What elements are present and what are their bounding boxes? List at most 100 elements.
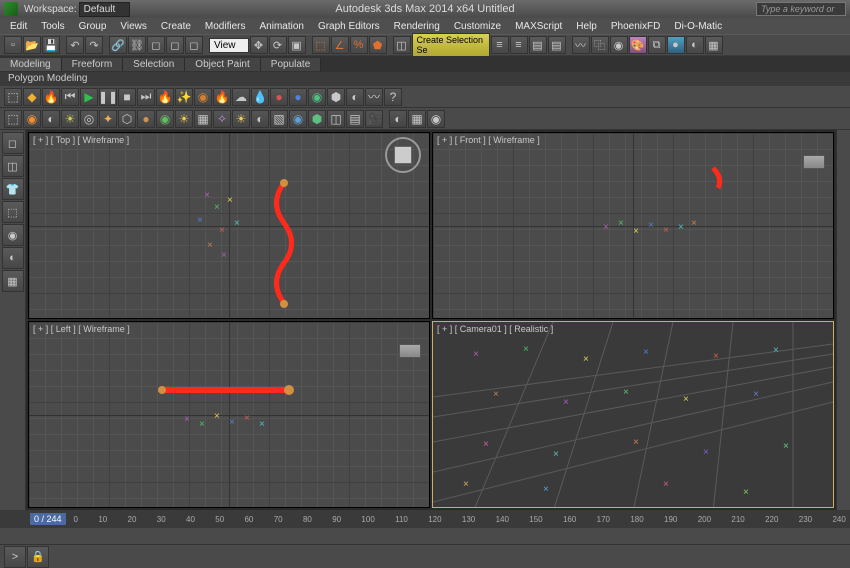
ribbon-tab-freeform[interactable]: Freeform (62, 58, 124, 71)
viewcube-mini[interactable] (399, 344, 421, 358)
percent-snap-icon[interactable]: % (350, 36, 368, 54)
dock-btn[interactable]: ◻ (2, 132, 24, 154)
fx-btn[interactable]: ⬚ (4, 110, 22, 128)
link-icon[interactable]: 🔗 (109, 36, 127, 54)
fx-btn[interactable]: ◫ (327, 110, 345, 128)
fx-fire-icon[interactable]: 🔥 (156, 88, 174, 106)
viewcube-mini[interactable] (803, 155, 825, 169)
fx-btn[interactable]: ● (289, 88, 307, 106)
menu-group[interactable]: Group (73, 20, 113, 33)
rotate-icon[interactable]: ⟳ (269, 36, 287, 54)
fx-btn[interactable]: ▦ (408, 110, 426, 128)
menu-animation[interactable]: Animation (253, 20, 309, 33)
ribbon-tab-object-paint[interactable]: Object Paint (185, 58, 260, 71)
lock-selection-icon[interactable]: 🔒 (27, 546, 49, 568)
fx-btn[interactable]: 🎥 (365, 110, 383, 128)
fx-btn[interactable]: ⬡ (118, 110, 136, 128)
dock-btn[interactable]: ⬚ (2, 201, 24, 223)
viewport-label[interactable]: [ + ] [ Left ] [ Wireframe ] (33, 324, 130, 334)
fx-btn[interactable]: ● (270, 88, 288, 106)
time-current[interactable]: 0 / 244 (30, 513, 66, 525)
maxscript-listener-icon[interactable]: > (4, 546, 26, 568)
fx-btn[interactable]: ◉ (427, 110, 445, 128)
fx-pause-icon[interactable]: ❚❚ (99, 88, 117, 106)
fx-btn[interactable]: ◉ (194, 88, 212, 106)
dock-cloth-icon[interactable]: 👕 (2, 178, 24, 200)
menu-maxscript[interactable]: MAXScript (509, 20, 568, 33)
menu-create[interactable]: Create (155, 20, 197, 33)
fx-btn[interactable]: ◆ (23, 88, 41, 106)
menu-tools[interactable]: Tools (35, 20, 70, 33)
move-icon[interactable]: ✥ (250, 36, 268, 54)
spline-object[interactable] (157, 380, 297, 400)
coord-system-selector[interactable]: View (209, 38, 249, 53)
new-icon[interactable]: ▫ (4, 36, 22, 54)
fx-btn[interactable]: ✧ (213, 110, 231, 128)
select-icon[interactable]: ◻ (185, 36, 203, 54)
menu-help[interactable]: Help (570, 20, 603, 33)
schematic-view-icon[interactable]: ⿻ (591, 36, 609, 54)
menu-rendering[interactable]: Rendering (388, 20, 446, 33)
viewport-label[interactable]: [ + ] [ Top ] [ Wireframe ] (33, 135, 129, 145)
fx-btn[interactable]: ◐ (346, 88, 364, 106)
viewport-label[interactable]: [ + ] [ Front ] [ Wireframe ] (437, 135, 540, 145)
spinner-snap-icon[interactable]: ⬟ (369, 36, 387, 54)
fx-btn[interactable]: ◉ (308, 88, 326, 106)
fx-smoke-icon[interactable]: ☁ (232, 88, 250, 106)
unlink-icon[interactable]: ⛓ (128, 36, 146, 54)
snap-icon[interactable]: ⬚ (312, 36, 330, 54)
menu-diomatic[interactable]: Di-O-Matic (668, 20, 728, 33)
spline-object[interactable] (259, 178, 319, 308)
fx-btn[interactable]: ◉ (156, 110, 174, 128)
open-icon[interactable]: 📂 (23, 36, 41, 54)
fx-stop-icon[interactable]: ■ (118, 88, 136, 106)
fx-fire-icon[interactable]: 🔥 (213, 88, 231, 106)
select-icon[interactable]: ◻ (166, 36, 184, 54)
dock-btn[interactable]: ◉ (2, 224, 24, 246)
fx-btn[interactable]: ◐ (42, 110, 60, 128)
redo-icon[interactable]: ↷ (85, 36, 103, 54)
viewport-top[interactable]: [ + ] [ Top ] [ Wireframe ] ×××××××× (28, 132, 430, 319)
undo-icon[interactable]: ↶ (66, 36, 84, 54)
fx-play-icon[interactable]: ▶ (80, 88, 98, 106)
render-frame-icon[interactable]: ⧉ (648, 36, 666, 54)
time-slider[interactable]: 0 / 244 01020304050607080901001101201301… (0, 510, 850, 528)
viewport-left[interactable]: [ + ] [ Left ] [ Wireframe ] ×××××× (28, 321, 430, 508)
fx-btn[interactable]: 〰 (365, 88, 383, 106)
menu-graph-editors[interactable]: Graph Editors (312, 20, 386, 33)
fx-btn[interactable]: ▦ (194, 110, 212, 128)
fx-btn[interactable]: ⬚ (4, 88, 22, 106)
ribbon-tab-modeling[interactable]: Modeling (0, 58, 62, 71)
save-icon[interactable]: 💾 (42, 36, 60, 54)
fx-btn[interactable]: ● (137, 110, 155, 128)
render-icon[interactable]: ▦ (705, 36, 723, 54)
scale-icon[interactable]: ▣ (288, 36, 306, 54)
fx-btn[interactable]: ◐ (251, 110, 269, 128)
fx-btn[interactable]: ✨ (175, 88, 193, 106)
ribbon-tab-populate[interactable]: Populate (261, 58, 321, 71)
dock-btn[interactable]: ◐ (2, 247, 24, 269)
menu-edit[interactable]: Edit (4, 20, 33, 33)
fx-btn[interactable]: ⬢ (308, 110, 326, 128)
angle-snap-icon[interactable]: ∠ (331, 36, 349, 54)
fx-btn[interactable]: ◉ (23, 110, 41, 128)
workspace-selector[interactable]: Default (79, 2, 131, 17)
fx-fire-icon[interactable]: 🔥 (42, 88, 60, 106)
fx-btn[interactable]: ◉ (289, 110, 307, 128)
fx-btn[interactable]: ✦ (99, 110, 117, 128)
fx-sun-icon[interactable]: ☀ (175, 110, 193, 128)
layers-icon[interactable]: ▤ (548, 36, 566, 54)
layers-icon[interactable]: ▤ (529, 36, 547, 54)
material-editor-icon[interactable]: ◉ (610, 36, 628, 54)
track-bar[interactable] (0, 528, 850, 544)
dock-btn[interactable]: ▦ (2, 270, 24, 292)
spline-object[interactable] (708, 163, 748, 193)
render-icon[interactable]: ● (667, 36, 685, 54)
fx-btn[interactable]: ◐ (389, 110, 407, 128)
fx-btn[interactable]: ⬢ (327, 88, 345, 106)
mirror-icon[interactable]: ◫ (393, 36, 411, 54)
align-icon[interactable]: ≡ (491, 36, 509, 54)
menu-modifiers[interactable]: Modifiers (199, 20, 252, 33)
fx-btn[interactable]: ▤ (346, 110, 364, 128)
fx-help-icon[interactable]: ? (384, 88, 402, 106)
